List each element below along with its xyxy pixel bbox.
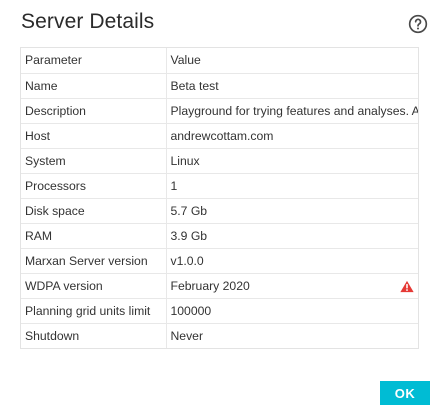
row-parameter: Planning grid units limit <box>21 298 167 324</box>
server-details-table: Parameter Value Name Beta test Descripti… <box>20 47 419 349</box>
table-row: Planning grid units limit 100000 <box>21 298 418 324</box>
table-row: Name Beta test <box>21 73 418 99</box>
row-parameter: Name <box>21 73 167 99</box>
row-value: Beta test <box>166 73 418 99</box>
row-parameter: WDPA version <box>21 273 167 299</box>
row-value: 100000 <box>166 298 418 324</box>
row-parameter: Host <box>21 123 167 149</box>
table-row: RAM 3.9 Gb <box>21 223 418 249</box>
row-value: andrewcottam.com <box>166 123 418 149</box>
row-value: Never <box>170 328 204 343</box>
row-parameter: Disk space <box>21 198 167 224</box>
row-value: 1 <box>166 173 418 199</box>
table-row: Description Playground for trying featur… <box>21 98 418 124</box>
server-details-dialog: Server Details Parameter Value Name Beta… <box>0 0 442 412</box>
row-parameter: Marxan Server version <box>21 248 167 274</box>
header-parameter: Parameter <box>21 48 167 74</box>
table-row: System Linux <box>21 148 418 174</box>
row-value: v1.0.0 <box>166 248 418 274</box>
table-row: WDPA version February 2020 <box>21 273 418 299</box>
table-header-row: Parameter Value <box>21 48 418 74</box>
ok-button[interactable]: OK <box>380 381 430 405</box>
row-value-text: February 2020 <box>170 278 250 293</box>
row-parameter: System <box>21 148 167 174</box>
row-parameter: Description <box>21 98 167 124</box>
warning-icon[interactable] <box>400 280 414 293</box>
table-row: Marxan Server version v1.0.0 <box>21 248 418 274</box>
table-row: Disk space 5.7 Gb <box>21 198 418 224</box>
row-value: February 2020 <box>166 273 418 299</box>
row-parameter: RAM <box>21 223 167 249</box>
header-value: Value <box>166 48 418 74</box>
row-parameter: Shutdown <box>21 323 167 348</box>
row-value: Linux <box>166 148 418 174</box>
dialog-title: Server Details <box>21 10 155 33</box>
row-parameter: Processors <box>21 173 167 199</box>
table-row: Shutdown Never <box>21 323 418 348</box>
row-value: Playground for trying features and analy… <box>166 98 418 124</box>
row-value: 3.9 Gb <box>166 223 418 249</box>
row-value: 5.7 Gb <box>166 198 418 224</box>
table-row: Processors 1 <box>21 173 418 199</box>
help-icon[interactable] <box>408 14 428 34</box>
table-row: Host andrewcottam.com <box>21 123 418 149</box>
